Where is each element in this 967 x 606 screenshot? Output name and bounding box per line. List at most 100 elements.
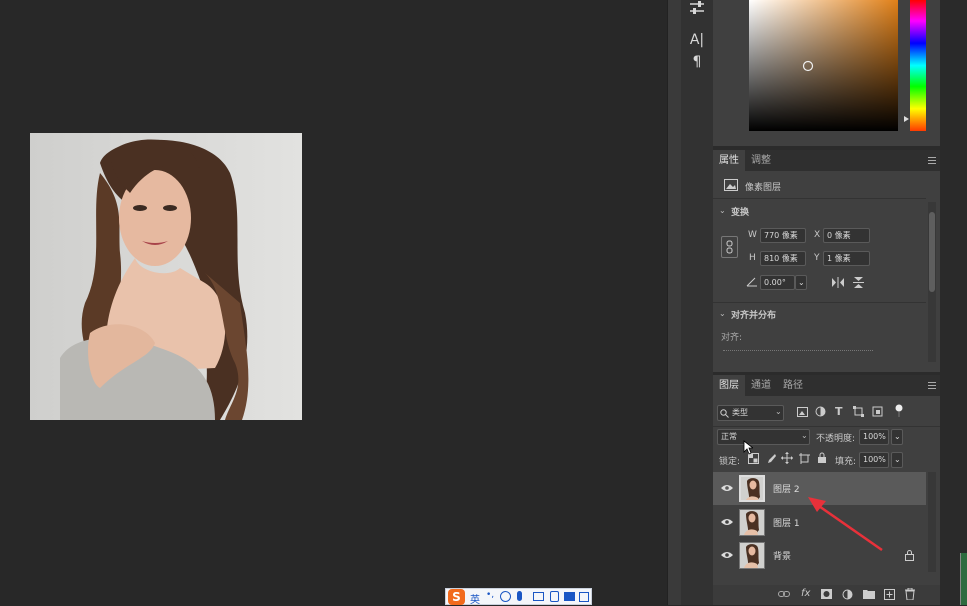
- filter-type-icon[interactable]: T: [835, 405, 843, 418]
- canvas-photo[interactable]: [30, 133, 302, 420]
- align-buttons-row[interactable]: [723, 350, 873, 354]
- canvas-area[interactable]: [0, 0, 667, 605]
- hue-slider: [910, 0, 926, 131]
- link-icon[interactable]: [778, 590, 790, 598]
- blend-mode-value: 正常: [721, 432, 737, 441]
- paragraph-icon[interactable]: ¶: [685, 52, 709, 72]
- character-icon[interactable]: A|: [685, 30, 709, 50]
- ime-menu-icon[interactable]: [579, 592, 589, 602]
- search-icon: [720, 409, 729, 418]
- align-section-title[interactable]: 对齐并分布: [731, 308, 776, 321]
- filter-pixel-icon[interactable]: [797, 407, 808, 417]
- lock-position-move-icon[interactable]: [781, 452, 793, 464]
- ime-toolbar[interactable]: S 英 •,: [445, 588, 592, 606]
- properties-panel: 属性 调整 像素图层 ⌄ 变换 W 770 像素 X 0 像素 H 810 像素…: [713, 150, 940, 372]
- opacity-dropdown[interactable]: ⌄: [891, 429, 903, 445]
- y-field[interactable]: 1 像素: [823, 251, 870, 266]
- layers-tabbar: 图层 通道 路径: [713, 375, 940, 396]
- opacity-label: 不透明度:: [816, 434, 856, 444]
- group-icon[interactable]: [863, 589, 875, 599]
- filter-chevron-icon: ⌄: [775, 407, 782, 416]
- blend-mode-dropdown[interactable]: 正常: [717, 429, 810, 445]
- ime-mode-toggle[interactable]: 英: [470, 591, 480, 606]
- mask-icon[interactable]: [821, 589, 832, 599]
- layers-scrollbar[interactable]: [928, 472, 936, 572]
- layer-lock-icon[interactable]: [905, 550, 914, 561]
- link-dimensions-toggle[interactable]: [721, 236, 738, 258]
- new-layer-icon[interactable]: [884, 589, 895, 600]
- tab-paths[interactable]: 路径: [777, 375, 809, 396]
- properties-scroll-thumb[interactable]: [929, 212, 935, 292]
- lock-all-icon[interactable]: [817, 452, 827, 464]
- ime-keyboard-icon[interactable]: [533, 592, 544, 601]
- transform-collapse-chevron[interactable]: ⌄: [719, 206, 726, 215]
- trash-icon[interactable]: [905, 588, 915, 600]
- fill-field[interactable]: 100%: [859, 452, 889, 468]
- flip-horizontal-icon[interactable]: [831, 277, 845, 288]
- mouse-cursor: [743, 440, 753, 455]
- layer-thumbnail: [739, 542, 765, 569]
- align-label: 对齐:: [721, 333, 743, 343]
- width-label: W: [748, 230, 757, 240]
- tab-channels[interactable]: 通道: [745, 375, 777, 396]
- width-field[interactable]: 770 像素: [760, 228, 806, 243]
- ime-skin-icon[interactable]: [564, 592, 575, 601]
- adjustment-icon[interactable]: [842, 589, 853, 600]
- lock-label: 锁定:: [719, 457, 741, 467]
- layer-name[interactable]: 图层 2: [773, 482, 800, 495]
- panel-menu-icon[interactable]: [928, 157, 936, 164]
- fill-label: 填充:: [835, 457, 857, 467]
- height-field[interactable]: 810 像素: [760, 251, 806, 266]
- tab-properties[interactable]: 属性: [713, 150, 745, 171]
- filter-shape-icon[interactable]: [853, 406, 864, 417]
- layers-menu-icon[interactable]: [928, 382, 936, 389]
- pixel-layer-icon: [724, 179, 738, 191]
- visibility-eye-icon[interactable]: [721, 517, 733, 527]
- flip-vertical-icon[interactable]: [853, 276, 864, 289]
- filter-smart-object-icon[interactable]: [872, 406, 883, 417]
- sliders-icon[interactable]: [685, 0, 709, 20]
- lock-artboard-icon[interactable]: [799, 453, 810, 464]
- layer-name[interactable]: 图层 1: [773, 516, 800, 529]
- filter-toggle-icon[interactable]: [894, 404, 904, 418]
- opacity-field[interactable]: 100%: [859, 429, 889, 445]
- transform-section-title[interactable]: 变换: [731, 205, 749, 218]
- ime-logo-icon[interactable]: S: [448, 589, 465, 605]
- portrait-image: [30, 133, 302, 420]
- visibility-eye-icon[interactable]: [721, 550, 733, 560]
- properties-tabbar: 属性 调整: [713, 150, 940, 171]
- x-field[interactable]: 0 像素: [823, 228, 870, 243]
- height-label: H: [749, 253, 756, 263]
- ime-emoji-icon[interactable]: [500, 591, 511, 602]
- tab-layers[interactable]: 图层: [713, 375, 745, 396]
- x-label: X: [814, 230, 821, 240]
- panel-divider[interactable]: [667, 0, 681, 605]
- layer-name[interactable]: 背景: [773, 549, 791, 562]
- ime-punctuation-icon[interactable]: •,: [486, 590, 494, 600]
- layer-type-label: 像素图层: [745, 183, 782, 193]
- chain-link-icon: [726, 240, 733, 254]
- color-picker[interactable]: [713, 0, 940, 146]
- layers-footer: fx: [713, 585, 940, 605]
- angle-icon: [746, 277, 757, 287]
- fx-icon[interactable]: fx: [801, 588, 810, 599]
- y-label: Y: [814, 253, 820, 263]
- visibility-eye-icon[interactable]: [721, 483, 733, 493]
- ime-voice-icon[interactable]: [517, 591, 522, 601]
- angle-field[interactable]: 0.00°: [760, 275, 795, 290]
- lock-pixels-brush-icon[interactable]: [765, 453, 776, 464]
- annotation-arrow: [808, 497, 883, 552]
- filter-adjustment-icon[interactable]: [815, 406, 826, 417]
- fill-dropdown[interactable]: ⌄: [891, 452, 903, 468]
- panel-tool-strip: A| ¶: [681, 0, 713, 605]
- ime-tools-icon[interactable]: [550, 591, 559, 602]
- right-edge-strip: [940, 0, 967, 605]
- color-panel: [713, 0, 940, 146]
- tab-adjustments[interactable]: 调整: [745, 150, 777, 171]
- properties-scrollbar[interactable]: [928, 202, 936, 362]
- layer-thumbnail: [739, 475, 765, 502]
- angle-dropdown[interactable]: ⌄: [795, 275, 807, 290]
- filter-kind-label: 类型: [732, 408, 748, 417]
- blend-chevron-icon: ⌄: [801, 431, 808, 440]
- align-collapse-chevron[interactable]: ⌄: [719, 309, 726, 318]
